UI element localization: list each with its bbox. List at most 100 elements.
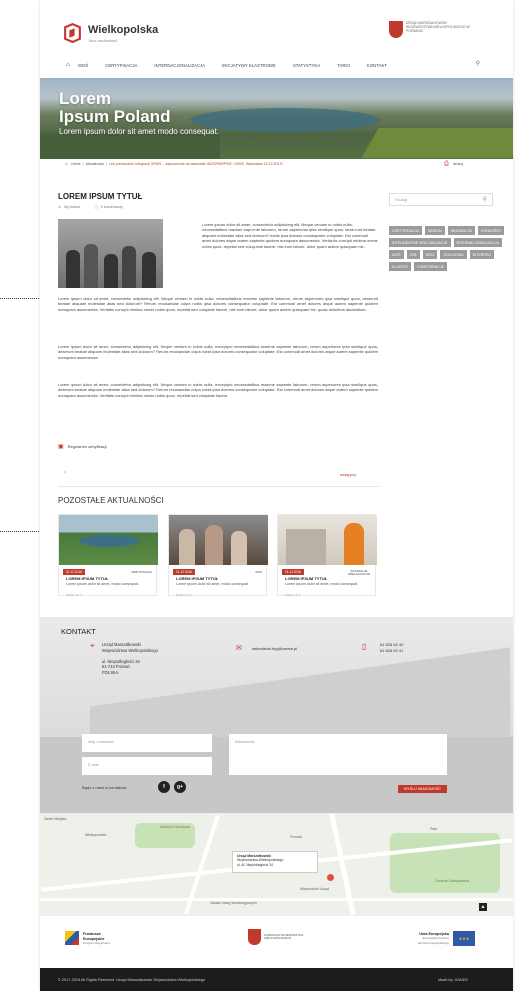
nav-item-certyfikacja[interactable]: CERTYFIKACJA	[105, 63, 137, 68]
tag[interactable]: KONFERENCJE	[414, 262, 448, 271]
breadcrumb-section[interactable]: Aktualności	[86, 162, 104, 166]
tag[interactable]: SZKOLENIA	[440, 250, 467, 259]
news-card[interactable]: 01.12.2016 WOŚ LOREM IPSUM TYTUŁ Lorem i…	[168, 514, 268, 597]
tag[interactable]: CERTYFIKACJA	[389, 226, 422, 235]
map-label: Centrum Zarządzania	[435, 879, 469, 883]
home-icon[interactable]: ⌂	[65, 161, 68, 167]
home-icon[interactable]: ⌂	[66, 62, 78, 68]
print-icon: ⎙	[444, 161, 449, 167]
tag[interactable]: INTELIGENTNE SPECJALIZACJE	[389, 238, 451, 247]
contact-address: Urząd Marszałkowski Województwa Wielkopo…	[102, 642, 158, 676]
card-text: Lorem ipsum dolor sit amet, modo consequ…	[176, 582, 249, 586]
wlk-label: Samorząd Województwa Wielkopolskiego	[264, 933, 304, 941]
brand-name[interactable]: Wielkopolska	[88, 24, 158, 36]
card-category: INNOWACJE SPECJALIZACJE	[347, 569, 371, 577]
regulamin-link[interactable]: ▣ Regulamin certyfikacji	[58, 443, 107, 450]
map-road	[40, 898, 513, 901]
article-title: LOREM IPSUM TYTUŁ	[58, 192, 143, 201]
card-author: Autor | ✲ 0	[285, 593, 301, 597]
name-field[interactable]: Imię i nazwisko	[82, 734, 212, 752]
send-button[interactable]: WYŚLIJ WIADOMOŚĆ	[398, 785, 447, 793]
nav-item-internacjonalizacja[interactable]: INTERNACJONALIZACJA	[154, 63, 205, 68]
map-label: Poznań	[290, 835, 302, 839]
mail-icon: ✉	[236, 645, 242, 652]
map-label: Muzeum Narodowe	[160, 825, 191, 829]
made-by[interactable]: Made by: HANDS	[438, 978, 468, 982]
map-label: Park	[430, 827, 438, 831]
email-field[interactable]: E-mail	[82, 757, 212, 775]
card-text: Lorem ipsum dolor sit amet, modo consequ…	[66, 582, 139, 586]
tag[interactable]: KONKURSY	[478, 226, 505, 235]
next-button[interactable]: następny	[340, 472, 356, 477]
social-label: Bądź z nami w kontakcie:	[82, 785, 128, 790]
breadcrumb-current: Lek przewodnik Integracji ORMS – zaprosz…	[108, 162, 284, 166]
card-date: 01.12.2016	[282, 569, 304, 575]
contact-email[interactable]: sekretariat.drg@umww.pl	[252, 646, 297, 651]
map-zoom-icon[interactable]: ▲	[479, 903, 487, 911]
article-paragraph: Lorem ipsum dolor sit amet, consectetur …	[58, 296, 378, 312]
prev-button[interactable]: ‹	[64, 470, 66, 476]
card-title: LOREM IPSUM TYTUŁ	[176, 576, 219, 581]
copyright: © 2017-2018 All Rights Reserved. Urząd M…	[58, 978, 206, 982]
facebook-icon[interactable]: f	[158, 781, 170, 793]
logo-icon[interactable]	[62, 22, 83, 43]
print-button[interactable]: ⎙ drukuj	[444, 161, 463, 168]
search-icon[interactable]: ⚲	[483, 196, 487, 203]
location-pin-icon: ⌖	[90, 641, 95, 650]
article-meta: ♙ By Author ▢ 0 komentarzy	[58, 205, 123, 209]
brand-tagline: Moc możliwości	[89, 38, 118, 43]
tag[interactable]: B2S3	[422, 250, 438, 259]
tag[interactable]: KLASTRY	[389, 262, 412, 271]
pdf-icon: ▣	[58, 444, 64, 450]
site-footer: © 2017-2018 All Rights Reserved. Urząd M…	[40, 968, 513, 991]
card-author: Autor | ✲ 0	[66, 593, 82, 597]
article-intro: Lorem ipsum dolor sit amet, consectetur …	[202, 222, 378, 249]
tag[interactable]: INNOWACJE	[447, 226, 476, 235]
hero-title: Lorem Ipsum Poland	[59, 89, 171, 126]
eu-label: Unia Europejska Europejski Fundusz Rozwo…	[418, 932, 449, 945]
comment-icon: ▢	[94, 205, 98, 209]
map-pin-icon[interactable]	[327, 874, 334, 881]
map[interactable]: Zieleń Miejska Wielkopolskie Muzeum Naro…	[40, 813, 513, 916]
tag[interactable]: WOŚ	[389, 250, 404, 259]
nav-item-inicjatywy[interactable]: INICJATYWY KLASTROWE	[222, 63, 276, 68]
hero-banner: Lorem Ipsum Poland Lorem ipsum dolor sit…	[40, 78, 513, 159]
hero-field	[40, 133, 220, 159]
card-category: WOŚ	[255, 570, 262, 574]
tag[interactable]: INTERNACJONALIZACJA	[453, 238, 502, 247]
nav-item-wos[interactable]: WOŚ	[78, 63, 88, 68]
tag[interactable]: JOB	[406, 250, 420, 259]
article-paragraph: Lorem ipsum dolor sit amet, consectetur …	[58, 344, 378, 360]
card-title: LOREM IPSUM TYTUŁ	[66, 576, 109, 581]
tag[interactable]: DESIGN	[424, 226, 445, 235]
site-header: Wielkopolska Moc możliwości Urząd Marsza…	[40, 0, 513, 76]
contact-section: KONTAKT ⌖ Urząd Marszałkowski Województw…	[40, 617, 513, 813]
card-text: Lorem ipsum dolor sit amet, modo consequ…	[285, 582, 358, 586]
tag-cloud: CERTYFIKACJA DESIGN INNOWACJE KONKURSY I…	[389, 226, 505, 271]
hero-subtitle: Lorem ipsum dolor sit amet modo consequa…	[59, 127, 220, 136]
main-nav: ⌂ WOŚ CERTYFIKACJA INTERNACJONALIZACJA I…	[66, 60, 486, 70]
breadcrumb: ⌂ Home | Aktualności | Lek przewodnik In…	[65, 159, 283, 169]
partner-logos: Fundusze Europejskie Program Regionalny …	[40, 916, 513, 968]
wielkopolska-crest-icon	[248, 929, 261, 945]
sidebar-search-input[interactable]: Szukaj ⚲	[389, 193, 493, 206]
news-image	[169, 515, 268, 565]
nav-item-statystyka[interactable]: STATYSTYKA	[293, 63, 320, 68]
breadcrumb-home[interactable]: Home	[71, 162, 81, 166]
nav-item-targi[interactable]: TARGI	[337, 63, 350, 68]
card-date: 01.12.2016	[63, 569, 85, 575]
google-plus-icon[interactable]: g+	[174, 781, 186, 793]
search-icon[interactable]: ⚲	[476, 60, 480, 67]
tag[interactable]: INTERREG	[469, 250, 495, 259]
author-link[interactable]: ♙ By Author	[58, 205, 80, 209]
news-card[interactable]: 01.12.2016 INNOWACJE SPECJALIZACJE LOREM…	[277, 514, 377, 597]
card-date: 01.12.2016	[173, 569, 195, 575]
comments-link[interactable]: ▢ 0 komentarzy	[94, 205, 123, 209]
office-label: Urząd Marszałkowski Województwa Wielkopo…	[406, 21, 470, 33]
phone-icon: ▯	[362, 642, 367, 651]
message-field[interactable]: Wiadomość	[229, 734, 447, 775]
news-card[interactable]: 01.12.2016 CERTYFIKACJA LOREM IPSUM TYTU…	[58, 514, 158, 597]
nav-item-kontakt[interactable]: KONTAKT	[367, 63, 387, 68]
article-paragraph: Lorem ipsum dolor sit amet, consectetur …	[58, 382, 378, 398]
card-author: Autor | ✲ 0	[176, 593, 192, 597]
